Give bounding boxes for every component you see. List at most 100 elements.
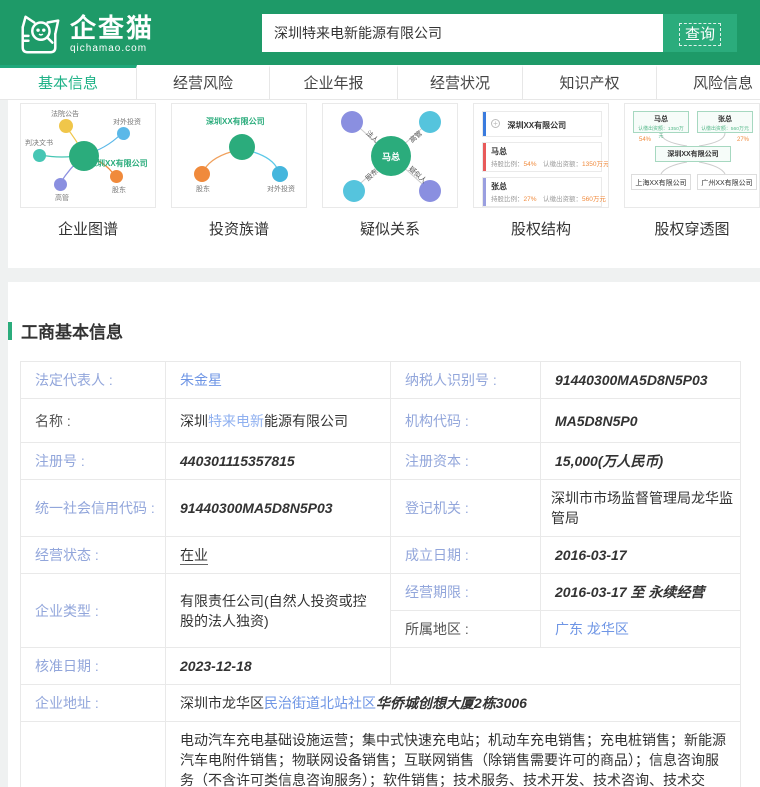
tab-operating-status[interactable]: 经营状况	[398, 65, 523, 100]
credit-code-value: 91440300MA5D8N5P03	[166, 480, 391, 537]
card-equity-structure[interactable]: + 深圳XX有限公司 马总 持股比例：54% 认缴出资额：1350万元 张总 持…	[473, 103, 609, 239]
investment-node	[272, 166, 288, 182]
brand-name: 企查猫	[70, 15, 154, 41]
holder-box: 马总 认缴出资额：1350万元	[633, 111, 689, 133]
field-label: 纳税人识别号 :	[391, 362, 541, 399]
field-label: 登记机关 :	[391, 480, 541, 537]
search-button-label: 查询	[679, 23, 721, 46]
company-type-value: 有限责任公司(自然人投资或控股的法人独资)	[166, 574, 391, 648]
node-investment	[117, 127, 130, 140]
tab-annual-report[interactable]: 企业年报	[270, 65, 398, 100]
company-graph-thumbnail: 深圳XX有限公司 法院公告 对外投资 判决文书 高管 股东	[20, 103, 156, 208]
table-row: 法定代表人 : 朱金星 纳税人识别号 : 91440300MA5D8N5P03	[21, 362, 741, 399]
holder-box: 张总 认缴出资额：560万元	[697, 111, 753, 133]
table-row: 经营状态 : 在业 成立日期 : 2016-03-17	[21, 537, 741, 574]
card-title: 股权穿透图	[624, 218, 760, 239]
table-row: 经营范围 : 电动汽车充电基础设施运营；集中式快速充电站；机动车充电销售；充电桩…	[21, 722, 741, 787]
card-suspected-relations[interactable]: 马总 法人 高管 股东 疑似人 疑似关系	[322, 103, 458, 239]
approved-date-value: 2023-12-18	[166, 648, 391, 685]
table-row: 统一社会信用代码 : 91440300MA5D8N5P03 登记机关 : 深圳市…	[21, 480, 741, 537]
table-row: 核准日期 : 2023-12-18	[21, 648, 741, 685]
equity-holder-row: 马总 持股比例：54% 认缴出资额：1350万元	[482, 142, 602, 172]
capital-value: 15,000(万人民币)	[541, 443, 741, 480]
card-title: 企业图谱	[20, 218, 156, 239]
equity-holder-row: 张总 持股比例：27% 认缴出资额：560万元	[482, 177, 602, 207]
subsidiary-box: 上海XX有限公司	[631, 174, 691, 190]
founded-date-value: 2016-03-17	[541, 537, 741, 574]
investment-pedigree-thumbnail: 深圳XX有限公司 股东 对外投资	[171, 103, 307, 208]
field-label: 核准日期 :	[21, 648, 166, 685]
tab-risk-info[interactable]: 风险信息	[657, 65, 760, 100]
expand-icon: +	[491, 119, 500, 128]
table-row: 企业类型 : 有限责任公司(自然人投资或控股的法人独资) 经营期限 : 2016…	[21, 574, 741, 611]
field-label: 名称 :	[21, 399, 166, 443]
field-label: 所属地区 :	[391, 611, 541, 648]
center-node-label: 深圳XX有限公司	[89, 158, 148, 169]
section-title-text: 工商基本信息	[21, 318, 123, 343]
reg-no-value: 440301115357815	[166, 443, 391, 480]
business-info-section: 工商基本信息 法定代表人 : 朱金星 纳税人识别号 : 91440300MA5D…	[0, 282, 760, 787]
root-node	[229, 134, 255, 160]
card-equity-penetration[interactable]: 马总 认缴出资额：1350万元 张总 认缴出资额：560万元 54% 27% 深…	[624, 103, 760, 239]
section-title: 工商基本信息	[8, 318, 760, 343]
tab-operating-risk[interactable]: 经营风险	[137, 65, 270, 100]
page: 企查猫 qichamao.com 查询 基本信息 经营风险 企业年报 经营状况 …	[0, 0, 760, 787]
field-label: 企业类型 :	[21, 574, 166, 648]
field-label: 成立日期 :	[391, 537, 541, 574]
table-row: 企业地址 : 深圳市龙华区民治街道北站社区华侨城创想大厦2栋3006	[21, 685, 741, 722]
cat-logo-icon	[16, 11, 62, 57]
search-highlight: 特来电新	[208, 413, 264, 429]
region-link[interactable]: 广东 龙华区	[555, 621, 629, 637]
field-label: 统一社会信用代码 :	[21, 480, 166, 537]
equity-penetration-thumbnail: 马总 认缴出资额：1350万元 张总 认缴出资额：560万元 54% 27% 深…	[624, 103, 760, 208]
company-name-value: 深圳特来电新能源有限公司	[166, 399, 391, 443]
subsidiary-box: 广州XX有限公司	[697, 174, 757, 190]
equity-company-row: + 深圳XX有限公司	[482, 111, 602, 137]
root-company-label: 深圳XX有限公司	[206, 116, 265, 127]
field-label: 注册号 :	[21, 443, 166, 480]
field-label: 企业地址 :	[21, 685, 166, 722]
search-button[interactable]: 查询	[663, 14, 737, 52]
search-input[interactable]	[262, 14, 663, 52]
brand-logo[interactable]: 企查猫 qichamao.com	[16, 11, 154, 57]
empty-cell	[391, 648, 741, 685]
center-company-box: 深圳XX有限公司	[655, 146, 731, 162]
table-row: 注册号 : 440301115357815 注册资本 : 15,000(万人民币…	[21, 443, 741, 480]
field-label: 注册资本 :	[391, 443, 541, 480]
business-scope-value: 电动汽车充电基础设施运营；集中式快速充电站；机动车充电销售；充电桩销售；新能源汽…	[166, 722, 741, 787]
authority-value: 深圳市市场监督管理局龙华监管局	[541, 480, 741, 537]
node-judgement	[33, 149, 46, 162]
suspected-relations-thumbnail: 马总 法人 高管 股东 疑似人	[322, 103, 458, 208]
equity-structure-thumbnail: + 深圳XX有限公司 马总 持股比例：54% 认缴出资额：1350万元 张总 持…	[473, 103, 609, 208]
taxpayer-id-value: 91440300MA5D8N5P03	[541, 362, 741, 399]
shareholder-node	[194, 166, 210, 182]
header: 企查猫 qichamao.com 查询	[0, 0, 760, 65]
business-info-table: 法定代表人 : 朱金星 纳税人识别号 : 91440300MA5D8N5P03 …	[20, 361, 741, 787]
title-accent-bar	[8, 322, 12, 340]
status-value: 在业	[180, 547, 208, 565]
node-announcement	[59, 119, 73, 133]
street-link[interactable]: 民治街道北站社区	[264, 695, 376, 711]
search-bar: 查询	[262, 14, 737, 52]
field-label: 经营状态 :	[21, 537, 166, 574]
legal-rep-link[interactable]: 朱金星	[180, 372, 222, 388]
card-investment-pedigree[interactable]: 深圳XX有限公司 股东 对外投资 投资族谱	[171, 103, 307, 239]
card-company-graph[interactable]: 深圳XX有限公司 法院公告 对外投资 判决文书 高管 股东 企业图谱	[20, 103, 156, 239]
table-row: 名称 : 深圳特来电新能源有限公司 机构代码 : MA5D8N5P0	[21, 399, 741, 443]
node-shareholders	[110, 170, 123, 183]
graph-cards-section: 深圳XX有限公司 法院公告 对外投资 判决文书 高管 股东 企业图谱	[0, 100, 760, 268]
brand-domain: qichamao.com	[70, 43, 154, 54]
tab-bar: 基本信息 经营风险 企业年报 经营状况 知识产权 风险信息	[0, 65, 760, 100]
address-value: 深圳市龙华区民治街道北站社区华侨城创想大厦2栋3006	[166, 685, 741, 722]
node-executives	[54, 178, 67, 191]
field-label: 机构代码 :	[391, 399, 541, 443]
tab-basic-info[interactable]: 基本信息	[0, 65, 137, 100]
term-value: 2016-03-17 至 永续经营	[541, 574, 741, 611]
tab-intellectual-property[interactable]: 知识产权	[523, 65, 657, 100]
corner-node	[341, 111, 363, 133]
field-label: 法定代表人 :	[21, 362, 166, 399]
corner-node	[343, 180, 365, 202]
field-label: 经营范围 :	[21, 722, 166, 787]
card-title: 投资族谱	[171, 218, 307, 239]
section-divider	[0, 268, 760, 282]
